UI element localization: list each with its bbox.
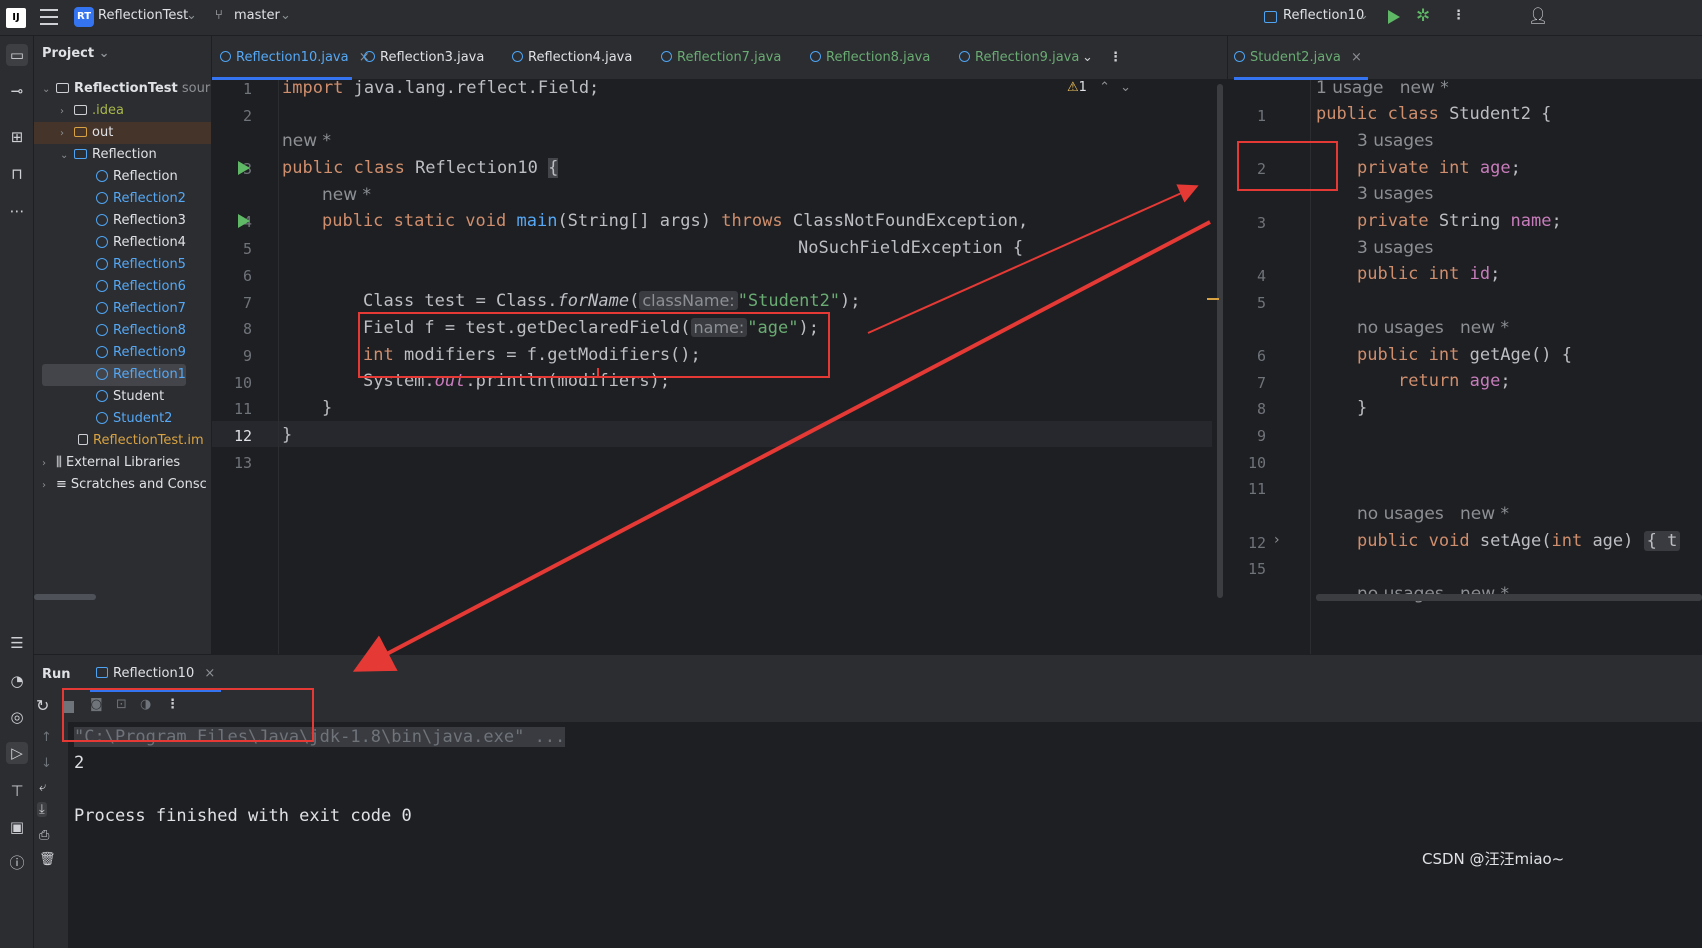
annotation-arrows [352,184,1211,672]
annotation-arrow-to-output [352,220,1211,672]
annotation-arrow-to-field [867,184,1199,334]
